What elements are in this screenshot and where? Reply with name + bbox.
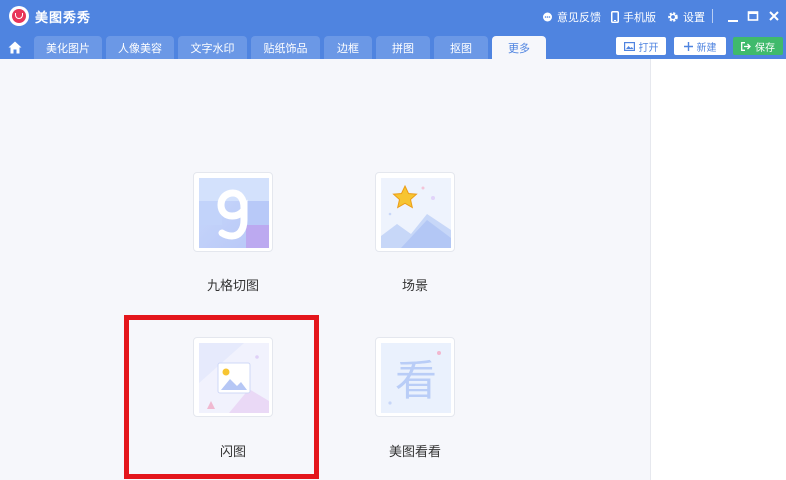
tools-panel [0, 59, 650, 480]
title-bar: 美图秀秀 意见反馈 手机版 设置 [0, 0, 786, 33]
image-icon [623, 41, 635, 51]
right-panel [650, 59, 786, 480]
nine-grid-tool[interactable] [193, 172, 273, 252]
settings-button[interactable]: 设置 [667, 9, 705, 25]
tab-collage[interactable]: 拼图 [376, 36, 430, 59]
titlebar-divider [712, 9, 713, 23]
home-button[interactable] [3, 37, 27, 57]
meitu-logo-icon [9, 6, 29, 26]
chat-bubble-icon [543, 12, 552, 21]
feedback-button[interactable]: 意见反馈 [542, 9, 601, 25]
maximize-button[interactable] [745, 6, 761, 26]
nine-grid-label: 九格切图 [206, 279, 259, 294]
new-label: 新建 [696, 42, 717, 54]
meitu-viewer-label: 美图看看 [388, 445, 441, 460]
gear-icon [668, 12, 678, 22]
save-label: 保存 [755, 42, 775, 54]
save-button[interactable]: 保存 [733, 37, 783, 55]
scene-tool[interactable] [375, 172, 455, 252]
home-icon [8, 41, 22, 53]
open-button[interactable]: 打开 [616, 37, 666, 55]
close-button[interactable] [766, 6, 782, 26]
export-icon [741, 41, 751, 51]
scene-label: 场景 [401, 279, 428, 294]
settings-label: 设置 [683, 11, 705, 24]
minimize-button[interactable] [725, 6, 741, 26]
maximize-icon [747, 11, 759, 21]
tab-stickers[interactable]: 贴纸饰品 [251, 36, 320, 59]
tab-text-watermark[interactable]: 文字水印 [178, 36, 247, 59]
open-label: 打开 [638, 42, 659, 54]
tab-cutout[interactable]: 抠图 [434, 36, 488, 59]
scene-icon [381, 178, 451, 248]
mobile-label: 手机版 [623, 11, 656, 24]
plus-icon [683, 41, 693, 51]
tab-portrait[interactable]: 人像美容 [106, 36, 174, 59]
tab-frames[interactable]: 边框 [324, 36, 372, 59]
highlight-box [124, 315, 319, 479]
tab-bar: 美化图片 人像美容 文字水印 贴纸饰品 边框 拼图 抠图 更多 打开 新建 保存 [0, 33, 786, 59]
viewer-glyph: 看 [395, 356, 437, 405]
phone-icon [611, 11, 619, 23]
tab-beautify[interactable]: 美化图片 [34, 36, 102, 59]
new-button[interactable]: 新建 [674, 37, 726, 55]
feedback-label: 意见反馈 [557, 11, 601, 24]
nine-grid-icon [199, 178, 269, 248]
meitu-viewer-tool[interactable]: 看 [375, 337, 455, 417]
close-icon [769, 11, 779, 21]
mobile-button[interactable]: 手机版 [611, 9, 656, 25]
meitu-viewer-icon: 看 [381, 343, 451, 413]
tab-more[interactable]: 更多 [492, 36, 546, 59]
app-title: 美图秀秀 [35, 11, 92, 26]
minimize-icon [728, 20, 738, 22]
